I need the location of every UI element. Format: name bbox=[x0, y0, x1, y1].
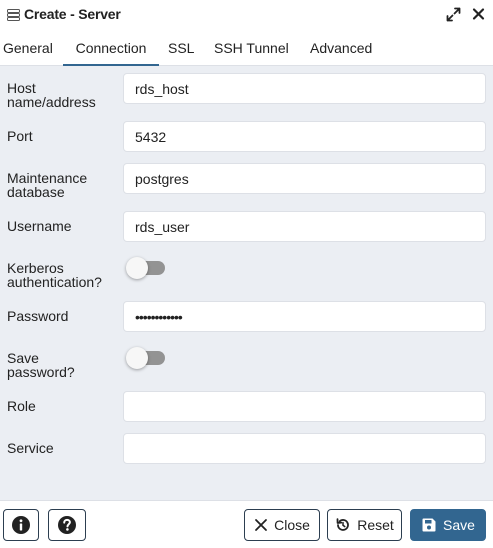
save-button[interactable]: Save bbox=[410, 509, 486, 541]
close-icon[interactable] bbox=[472, 7, 485, 21]
close-button[interactable]: Close bbox=[244, 509, 320, 541]
dialog-title: Create - Server bbox=[24, 6, 121, 22]
tab-general[interactable]: General bbox=[3, 30, 53, 66]
close-button-label: Close bbox=[274, 517, 310, 533]
host-label: Host name/address bbox=[7, 80, 96, 110]
info-button[interactable] bbox=[3, 509, 39, 541]
service-label: Service bbox=[7, 440, 54, 456]
dialog-titlebar: Create - Server bbox=[0, 0, 493, 29]
server-icon bbox=[7, 9, 20, 21]
username-input[interactable] bbox=[123, 211, 486, 242]
save-password-label: Save password? bbox=[7, 350, 75, 380]
kerberos-label: Kerberos authentication? bbox=[7, 260, 102, 290]
username-label: Username bbox=[7, 218, 72, 234]
role-label: Role bbox=[7, 398, 36, 414]
expand-icon[interactable] bbox=[446, 7, 461, 22]
close-x-icon bbox=[255, 519, 267, 531]
host-input[interactable] bbox=[123, 73, 486, 104]
help-button[interactable] bbox=[48, 509, 86, 541]
tab-bar: General Connection SSL SSH Tunnel Advanc… bbox=[0, 30, 493, 66]
reset-icon bbox=[336, 518, 350, 531]
help-icon bbox=[58, 516, 76, 534]
toggle-knob bbox=[126, 257, 148, 279]
password-input[interactable] bbox=[123, 301, 486, 332]
kerberos-toggle[interactable] bbox=[126, 257, 166, 279]
tab-connection[interactable]: Connection bbox=[63, 30, 159, 66]
maintenance-db-input[interactable] bbox=[123, 163, 486, 194]
tab-ssl[interactable]: SSL bbox=[168, 30, 194, 66]
maintenance-db-label: Maintenance database bbox=[7, 170, 88, 200]
tab-advanced[interactable]: Advanced bbox=[310, 30, 372, 66]
role-input[interactable] bbox=[123, 391, 486, 422]
save-button-label: Save bbox=[443, 517, 475, 533]
port-label: Port bbox=[7, 128, 33, 144]
save-icon bbox=[422, 518, 436, 532]
toggle-knob bbox=[126, 347, 148, 369]
reset-button[interactable]: Reset bbox=[327, 509, 402, 541]
save-password-toggle[interactable] bbox=[126, 347, 166, 369]
info-icon bbox=[12, 516, 30, 534]
reset-button-label: Reset bbox=[357, 517, 394, 533]
port-input[interactable] bbox=[123, 121, 486, 152]
service-input[interactable] bbox=[123, 433, 486, 464]
tab-ssh-tunnel[interactable]: SSH Tunnel bbox=[214, 30, 289, 66]
password-label: Password bbox=[7, 308, 69, 324]
